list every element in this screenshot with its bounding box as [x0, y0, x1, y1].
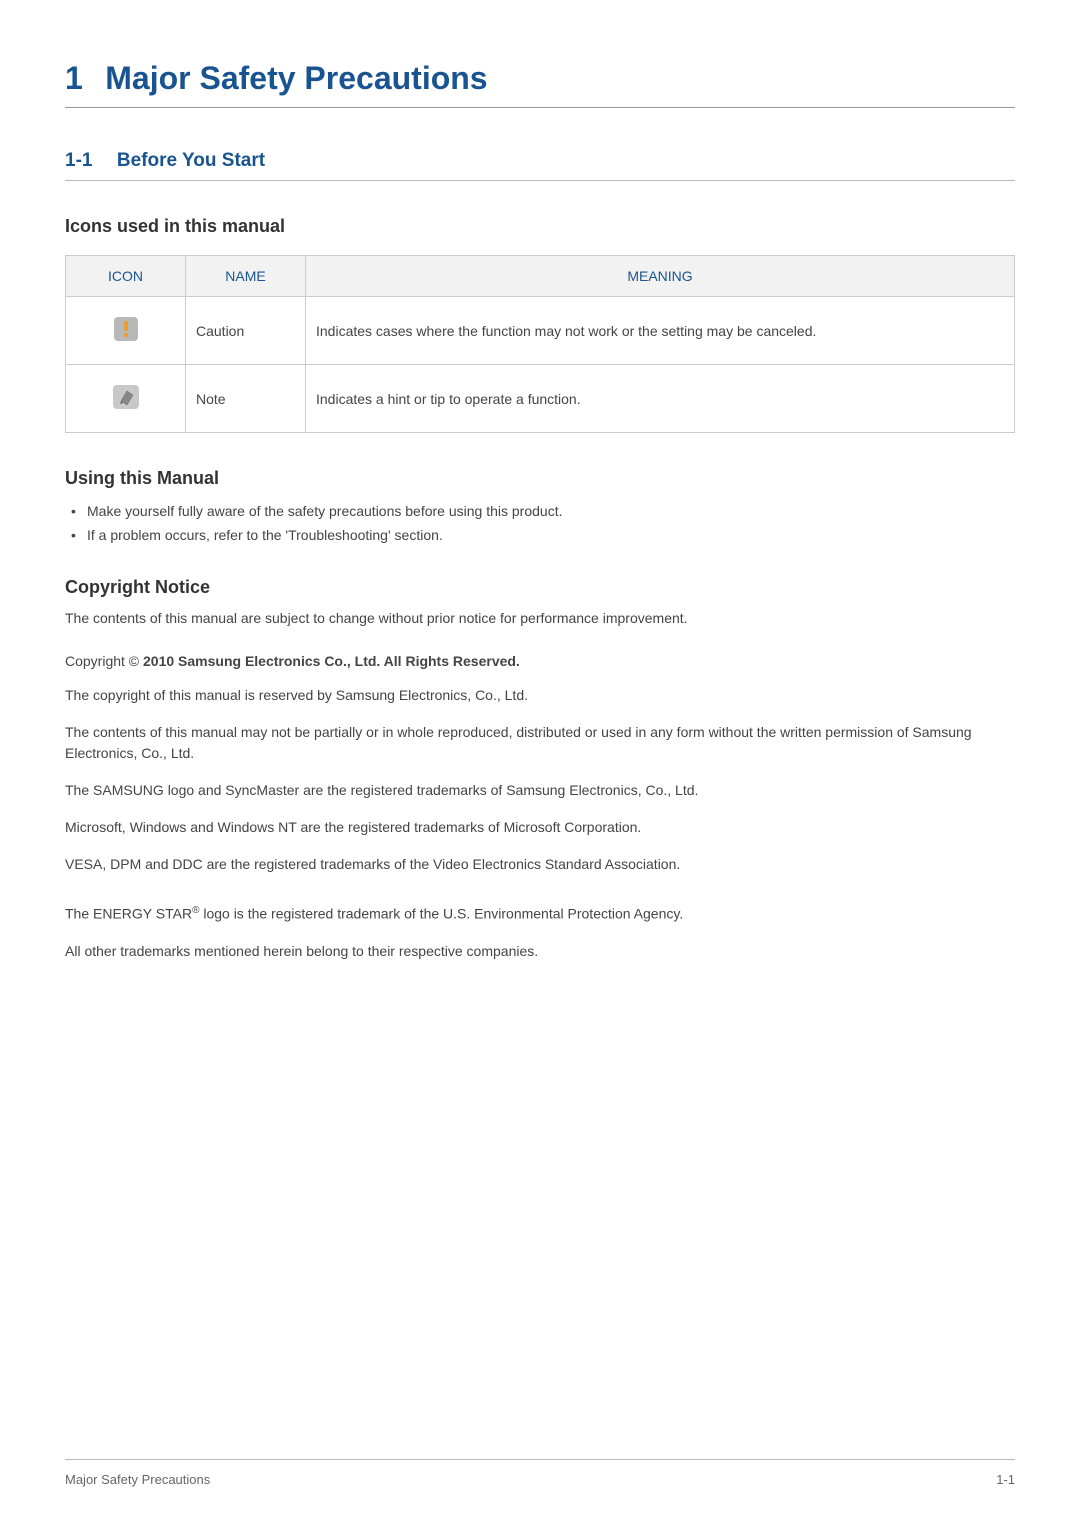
copyright-line: Copyright © 2010 Samsung Electronics Co.…: [65, 653, 1015, 669]
footer-left: Major Safety Precautions: [65, 1472, 210, 1487]
footer-right: 1-1: [996, 1472, 1015, 1487]
icon-cell-caution: [66, 297, 186, 365]
table-header-name: NAME: [186, 256, 306, 297]
copyright-para: Microsoft, Windows and Windows NT are th…: [65, 817, 1015, 838]
meaning-cell: Indicates a hint or tip to operate a fun…: [306, 365, 1015, 433]
section-title: 1-1 Before You Start: [65, 150, 1015, 181]
caution-icon: [112, 315, 140, 346]
copyright-prefix: Copyright ©: [65, 653, 143, 669]
name-cell: Caution: [186, 297, 306, 365]
table-row: Caution Indicates cases where the functi…: [66, 297, 1015, 365]
name-cell: Note: [186, 365, 306, 433]
note-icon: [111, 383, 141, 414]
chapter-title: 1 Major Safety Precautions: [65, 60, 1015, 108]
copyright-para: VESA, DPM and DDC are the registered tra…: [65, 854, 1015, 875]
copyright-heading: Copyright Notice: [65, 577, 1015, 598]
using-heading: Using this Manual: [65, 468, 1015, 489]
copyright-para: The SAMSUNG logo and SyncMaster are the …: [65, 780, 1015, 801]
energy-star-prefix: The ENERGY STAR: [65, 906, 192, 922]
page-footer: Major Safety Precautions 1-1: [65, 1459, 1015, 1487]
energy-star-suffix: logo is the registered trademark of the …: [199, 906, 683, 922]
table-header-icon: ICON: [66, 256, 186, 297]
trademarks-final: All other trademarks mentioned herein be…: [65, 941, 1015, 962]
copyright-intro: The contents of this manual are subject …: [65, 608, 1015, 629]
chapter-text: Major Safety Precautions: [105, 60, 487, 96]
icon-cell-note: [66, 365, 186, 433]
using-bullet-list: Make yourself fully aware of the safety …: [65, 499, 1015, 547]
chapter-number: 1: [65, 60, 83, 96]
list-item: Make yourself fully aware of the safety …: [65, 499, 1015, 523]
icon-table: ICON NAME MEANING Caution Indicates case…: [65, 255, 1015, 433]
section-text: Before You Start: [117, 150, 265, 171]
icons-heading: Icons used in this manual: [65, 216, 1015, 237]
section-number: 1-1: [65, 150, 92, 171]
copyright-para: The contents of this manual may not be p…: [65, 722, 1015, 764]
copyright-para: The copyright of this manual is reserved…: [65, 685, 1015, 706]
energy-star-para: The ENERGY STAR® logo is the registered …: [65, 903, 1015, 925]
copyright-bold: 2010 Samsung Electronics Co., Ltd. All R…: [143, 653, 520, 669]
table-row: Note Indicates a hint or tip to operate …: [66, 365, 1015, 433]
list-item: If a problem occurs, refer to the 'Troub…: [65, 523, 1015, 547]
table-header-meaning: MEANING: [306, 256, 1015, 297]
meaning-cell: Indicates cases where the function may n…: [306, 297, 1015, 365]
